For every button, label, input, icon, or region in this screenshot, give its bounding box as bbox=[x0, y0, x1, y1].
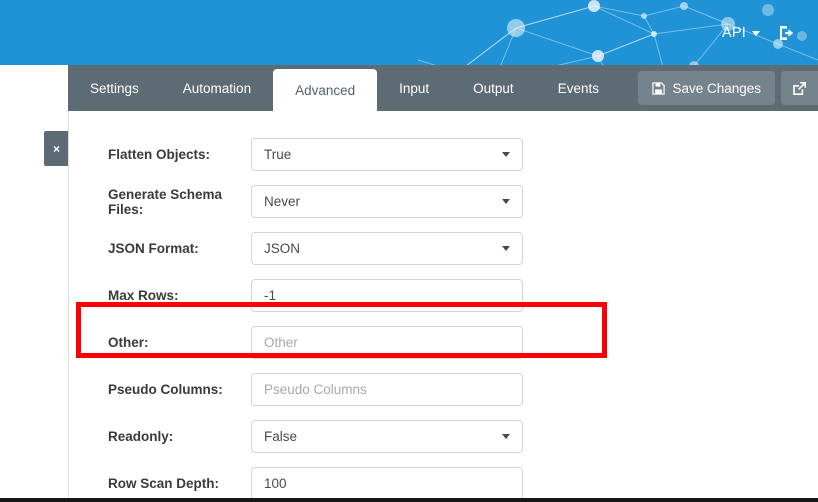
app-banner: API bbox=[0, 0, 818, 65]
tab-label: Events bbox=[557, 80, 599, 96]
tab-label: Input bbox=[399, 80, 430, 96]
field-label: JSON Format: bbox=[108, 241, 199, 256]
logout-button[interactable] bbox=[776, 22, 798, 44]
logout-icon bbox=[780, 25, 794, 40]
generate-schema-files-select[interactable]: Never bbox=[251, 185, 523, 218]
tab-automation[interactable]: Automation bbox=[161, 65, 273, 111]
tab-label: Automation bbox=[182, 80, 252, 96]
field-label: Readonly: bbox=[108, 429, 174, 444]
external-link-icon bbox=[793, 81, 806, 95]
tab-bar: Settings Automation Advanced Input Outpu… bbox=[68, 65, 818, 111]
tab-events[interactable]: Events bbox=[536, 65, 621, 111]
save-changes-button[interactable]: Save Changes bbox=[638, 71, 775, 105]
tab-settings[interactable]: Settings bbox=[68, 65, 161, 111]
row-scan-depth-input[interactable]: 100 bbox=[251, 467, 523, 498]
chevron-down-icon bbox=[502, 152, 510, 157]
chevron-down-icon bbox=[502, 434, 510, 439]
close-icon: × bbox=[52, 141, 60, 156]
tab-output[interactable]: Output bbox=[451, 65, 536, 111]
form-row-readonly: Readonly: False bbox=[69, 413, 818, 460]
field-label: Generate Schema Files: bbox=[108, 186, 223, 217]
form-row-max-rows: Max Rows: -1 bbox=[69, 272, 818, 319]
tab-label: Output bbox=[473, 80, 514, 96]
field-value: JSON bbox=[264, 241, 301, 256]
form-row-other: Other: Other bbox=[69, 319, 818, 366]
form-row-generate-schema-files: Generate Schema Files: Never bbox=[69, 178, 818, 225]
field-label: Max Rows: bbox=[108, 288, 179, 303]
flatten-objects-select[interactable]: True bbox=[251, 138, 523, 171]
save-changes-label: Save Changes bbox=[672, 80, 761, 96]
floppy-disk-icon bbox=[652, 81, 666, 95]
tab-input[interactable]: Input bbox=[377, 65, 451, 111]
field-value: False bbox=[264, 429, 298, 444]
field-label: Flatten Objects: bbox=[108, 147, 211, 162]
field-value: 100 bbox=[264, 476, 287, 491]
field-label: Other: bbox=[108, 335, 149, 350]
api-menu-label: API bbox=[722, 24, 746, 41]
form-row-flatten-objects: Flatten Objects: True bbox=[69, 131, 818, 178]
field-value: -1 bbox=[264, 288, 277, 303]
bottom-bar bbox=[0, 498, 818, 502]
field-label: Row Scan Depth: bbox=[108, 476, 220, 491]
advanced-settings-panel: Flatten Objects: True Generate Schema Fi… bbox=[68, 111, 818, 498]
sidebar-collapse-button[interactable]: × bbox=[44, 131, 69, 166]
form-row-row-scan-depth: Row Scan Depth: 100 bbox=[69, 460, 818, 498]
banner-actions: API bbox=[720, 0, 810, 65]
chevron-down-icon bbox=[502, 199, 510, 204]
form-row-pseudo-columns: Pseudo Columns: Pseudo Columns bbox=[69, 366, 818, 413]
toolbar-actions: Save Changes bbox=[638, 65, 818, 111]
api-menu-button[interactable]: API bbox=[720, 21, 762, 45]
other-input[interactable]: Other bbox=[251, 326, 523, 359]
tab-label: Advanced bbox=[295, 82, 356, 98]
json-format-select[interactable]: JSON bbox=[251, 232, 523, 265]
tab-label: Settings bbox=[90, 80, 139, 96]
pseudo-columns-input[interactable]: Pseudo Columns bbox=[251, 373, 523, 406]
tab-list: Settings Automation Advanced Input Outpu… bbox=[68, 65, 621, 111]
chevron-down-icon bbox=[502, 246, 510, 251]
max-rows-input[interactable]: -1 bbox=[251, 279, 523, 312]
field-placeholder: Other bbox=[264, 335, 298, 350]
field-label: Pseudo Columns: bbox=[108, 382, 223, 397]
field-value: Never bbox=[264, 194, 301, 209]
readonly-select[interactable]: False bbox=[251, 420, 523, 453]
field-placeholder: Pseudo Columns bbox=[264, 382, 367, 397]
field-value: True bbox=[264, 147, 292, 162]
form-row-json-format: JSON Format: JSON bbox=[69, 225, 818, 272]
chevron-down-icon bbox=[752, 31, 760, 36]
popout-button[interactable] bbox=[781, 71, 818, 105]
left-gutter bbox=[0, 65, 68, 498]
tab-advanced[interactable]: Advanced bbox=[273, 69, 378, 111]
